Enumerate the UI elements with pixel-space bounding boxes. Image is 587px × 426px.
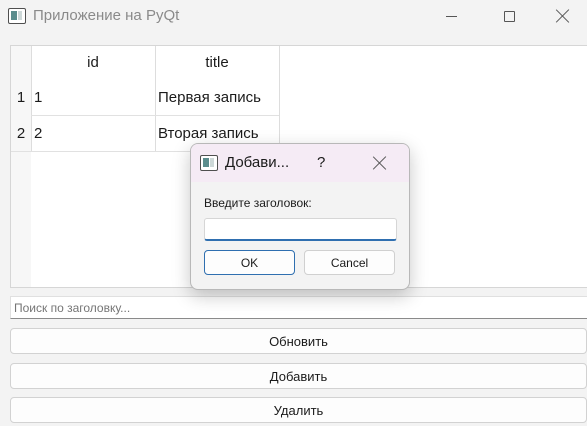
app-window-icon	[200, 155, 218, 171]
cancel-button[interactable]: Cancel	[304, 250, 395, 275]
title-input[interactable]	[204, 218, 397, 241]
minimize-icon	[446, 16, 457, 17]
table-cell-title[interactable]: Первая запись	[155, 79, 279, 115]
dialog-title: Добави...	[225, 154, 290, 171]
table-cell-id[interactable]: 2	[31, 115, 155, 151]
close-button[interactable]	[541, 0, 587, 34]
add-record-dialog: Добави... ? Введите заголовок: OK Cancel	[190, 143, 410, 290]
table-corner[interactable]	[11, 46, 31, 79]
refresh-button[interactable]: Обновить	[10, 328, 587, 354]
dialog-close-button[interactable]	[364, 151, 394, 175]
dialog-prompt-label: Введите заголовок:	[204, 196, 312, 210]
delete-button[interactable]: Удалить	[10, 397, 587, 423]
ok-button[interactable]: OK	[204, 250, 295, 275]
close-icon	[373, 156, 387, 170]
help-button[interactable]: ?	[317, 154, 325, 171]
window-title: Приложение на PyQt	[33, 7, 180, 24]
maximize-button[interactable]	[487, 0, 533, 34]
maximize-icon	[504, 11, 515, 22]
grid-line	[279, 46, 280, 151]
row-header[interactable]: 2	[11, 115, 31, 151]
add-button[interactable]: Добавить	[10, 363, 587, 389]
table-cell-id[interactable]: 1	[31, 79, 155, 115]
dialog-title-bar[interactable]: Добави... ?	[191, 144, 409, 182]
row-header[interactable]: 1	[11, 79, 31, 115]
column-header-title[interactable]: title	[155, 46, 279, 79]
title-bar[interactable]: Приложение на PyQt	[0, 0, 587, 34]
search-input[interactable]	[10, 296, 587, 319]
minimize-button[interactable]	[429, 0, 475, 34]
close-icon	[556, 9, 570, 23]
column-header-id[interactable]: id	[31, 46, 155, 79]
app-window-icon	[8, 8, 26, 24]
